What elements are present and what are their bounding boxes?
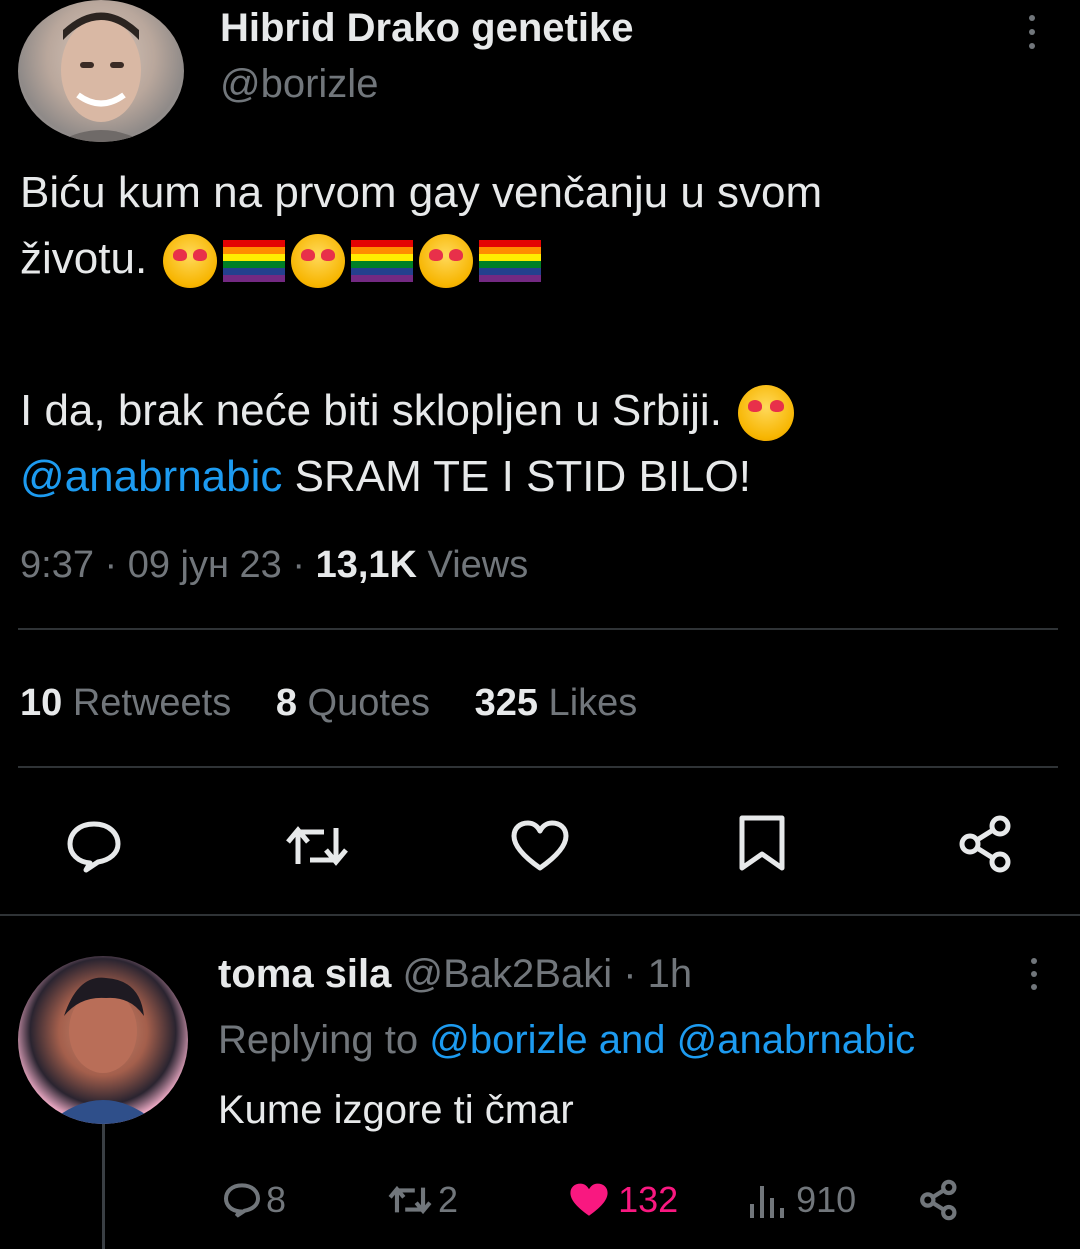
tweet-line-4: @anabrnabic SRAM TE I STID BILO! xyxy=(20,444,798,510)
tweet-timestamp[interactable]: 9:37 · 09 јун 23 · xyxy=(20,544,316,586)
reply-actions: 8 2 132 910 xyxy=(222,1174,960,1226)
thread-line xyxy=(102,1124,105,1249)
retweet-icon[interactable] xyxy=(282,818,352,874)
reply-icon[interactable] xyxy=(64,818,124,874)
mention-link[interactable]: @anabrnabic xyxy=(20,452,282,501)
more-icon[interactable] xyxy=(1020,10,1044,54)
views-count: 13,1K xyxy=(315,544,417,586)
author-name[interactable]: Hibrid Drako genetike xyxy=(220,6,633,51)
divider xyxy=(18,628,1058,630)
heart-eyes-emoji-icon xyxy=(291,234,346,289)
heart-filled-icon[interactable] xyxy=(566,1180,612,1220)
quotes-count: 8 xyxy=(275,682,297,724)
replying-to: Replying to @borizle and @anabrnabic xyxy=(218,1018,915,1063)
quotes-stat[interactable]: 8 Quotes xyxy=(276,682,430,724)
reply-more-icon[interactable] xyxy=(1022,954,1046,994)
reply-author-avatar[interactable] xyxy=(18,956,188,1124)
tweet-word: životu. xyxy=(20,234,148,283)
likes-count: 325 xyxy=(474,682,538,724)
tweet-stats: 10 Retweets 8 Quotes 325 Likes xyxy=(20,682,637,725)
likes-stat[interactable]: 325 Likes xyxy=(475,682,638,724)
replying-targets[interactable]: @borizle and @anabrnabic xyxy=(429,1018,915,1062)
views-icon[interactable] xyxy=(746,1180,790,1220)
reply-author-handle[interactable]: @Bak2Baki · 1h xyxy=(391,952,693,996)
retweets-stat[interactable]: 10 Retweets xyxy=(20,682,231,724)
heart-eyes-emoji-icon xyxy=(163,234,218,289)
rainbow-flag-icon xyxy=(351,240,414,283)
tweet-line-1: Biću kum na prvom gay venčanju u svom xyxy=(20,168,823,217)
reply-retweet-count: 2 xyxy=(438,1179,459,1220)
heart-eyes-emoji-icon xyxy=(419,234,474,289)
reply-like-count: 132 xyxy=(618,1179,679,1220)
author-avatar[interactable] xyxy=(18,0,184,142)
tweet-line-3-text: I da, brak neće biti sklopljen u Srbiji. xyxy=(20,386,722,435)
section-divider xyxy=(0,914,1080,916)
replying-prefix: Replying to xyxy=(218,1018,430,1062)
like-icon[interactable] xyxy=(508,818,572,874)
retweets-label: Retweets xyxy=(62,682,232,724)
reply-retweet-icon[interactable] xyxy=(386,1180,434,1220)
tweet-line-4-text: SRAM TE I STID BILO! xyxy=(282,452,752,501)
tweet-line-3: I da, brak neće biti sklopljen u Srbiji. xyxy=(20,378,798,444)
reply-views-count: 910 xyxy=(796,1179,857,1220)
reply-header: toma sila @Bak2Baki · 1h xyxy=(218,952,692,997)
share-icon[interactable] xyxy=(956,814,1016,874)
reply-reply-count: 8 xyxy=(266,1179,287,1220)
tweet-meta: 9:37 · 09 јун 23 · 13,1K Views xyxy=(20,544,528,587)
reply-reply-icon[interactable] xyxy=(222,1180,262,1220)
tweet-text-second: I da, brak neće biti sklopljen u Srbiji.… xyxy=(20,378,798,510)
quotes-label: Quotes xyxy=(296,682,431,724)
reply-share-icon[interactable] xyxy=(918,1179,960,1221)
tweet-text: Biću kum na prvom gay venčanju u svom ži… xyxy=(20,160,822,292)
rofl-emoji-icon xyxy=(738,385,795,442)
reply-author-name[interactable]: toma sila xyxy=(218,952,391,996)
views-label: Views xyxy=(416,544,529,586)
likes-label: Likes xyxy=(538,682,638,724)
divider xyxy=(18,766,1058,768)
tweet-line-2: životu. xyxy=(20,226,822,292)
reply-text: Kume izgore ti čmar xyxy=(218,1088,574,1132)
author-handle[interactable]: @borizle xyxy=(220,62,378,107)
rainbow-flag-icon xyxy=(479,240,542,283)
retweets-count: 10 xyxy=(20,682,63,724)
bookmark-icon[interactable] xyxy=(736,814,788,874)
rainbow-flag-icon xyxy=(223,240,286,283)
